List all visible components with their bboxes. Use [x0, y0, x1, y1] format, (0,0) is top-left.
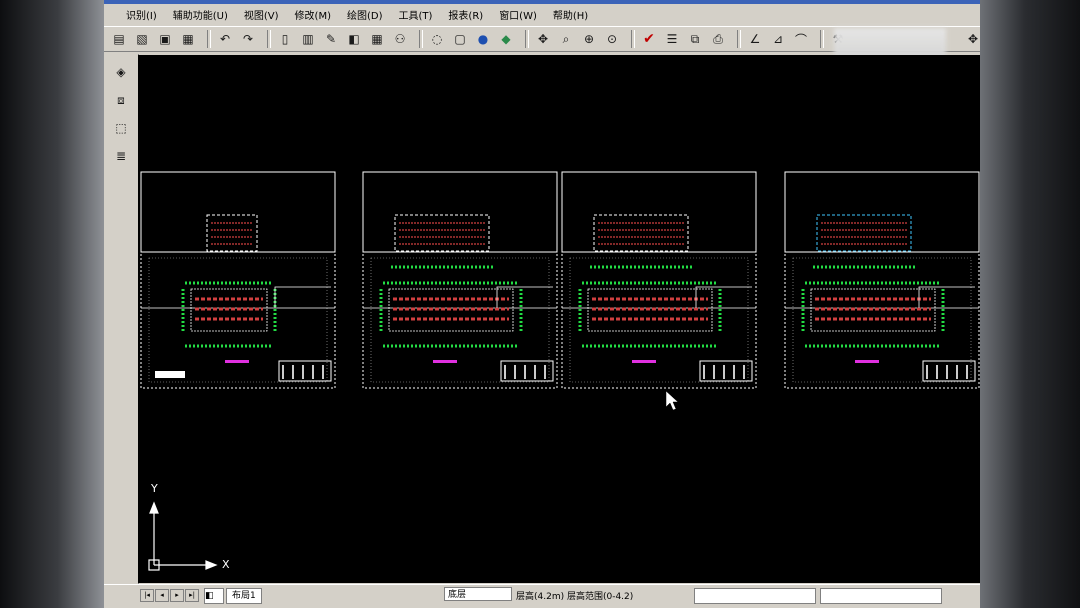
sheet-frame-upper	[784, 171, 980, 253]
toolbar-separator	[419, 30, 423, 48]
command-box[interactable]	[820, 588, 942, 604]
menu-item-report[interactable]: 报表(R)	[440, 7, 491, 22]
save-icon[interactable]: ▣	[156, 30, 174, 48]
undo-icon[interactable]: ↶	[216, 30, 234, 48]
measure-icon[interactable]: ∠	[746, 30, 764, 48]
leader-line	[918, 286, 975, 308]
toolbar-separator	[267, 30, 271, 48]
menu-item-identify[interactable]: 识别(I)	[118, 7, 165, 22]
new-file-icon[interactable]: ▤	[110, 30, 128, 48]
stamp-icon[interactable]: ▥	[299, 30, 317, 48]
drawing-canvas[interactable]: Y X	[138, 55, 980, 583]
video-border-right	[980, 0, 1080, 608]
menu-bar: 识别(I) 辅助功能(U) 视图(V) 修改(M) 绘图(D) 工具(T) 报表…	[104, 4, 980, 24]
arc-icon[interactable]: ⌒	[792, 30, 810, 48]
toolbar-separator	[525, 30, 529, 48]
sheet-frame-upper	[140, 171, 336, 253]
layer-dropdown[interactable]: 底层	[444, 587, 512, 601]
menu-item-draw[interactable]: 绘图(D)	[339, 7, 391, 22]
menu-item-view[interactable]: 视图(V)	[236, 7, 287, 22]
area-icon[interactable]: ⊿	[769, 30, 787, 48]
sphere-icon[interactable]: ●	[474, 30, 492, 48]
tab-layout1[interactable]: 布局1	[226, 588, 262, 604]
toolbar-separator	[820, 30, 824, 48]
open-file-icon[interactable]: ▧	[133, 30, 151, 48]
drawing-layer	[140, 171, 980, 571]
status-bar: |◂ ◂ ▸ ▸| ◧ 布局1 底层 层高(4.2m) 层高范围(0-4.2)	[104, 584, 980, 608]
leader-line	[274, 286, 331, 308]
edit-icon[interactable]: ✎	[322, 30, 340, 48]
shade-icon[interactable]: ◆	[497, 30, 515, 48]
printer-icon[interactable]: ⎙	[709, 30, 727, 48]
pan-icon[interactable]: ✥	[534, 30, 552, 48]
zoom-window-icon[interactable]: ⊕	[580, 30, 598, 48]
document-icon[interactable]: ▯	[276, 30, 294, 48]
list-icon[interactable]: ☰	[663, 30, 681, 48]
sheet-title-mark	[433, 360, 457, 363]
toolbar-separator	[737, 30, 741, 48]
leader-line	[695, 286, 752, 308]
elevation-outline	[394, 214, 490, 252]
sheet-title-mark	[632, 360, 656, 363]
cad-application-window: 识别(I) 辅助功能(U) 视图(V) 修改(M) 绘图(D) 工具(T) 报表…	[104, 0, 980, 608]
floor-height-readout: 层高(4.2m) 层高范围(0-4.2)	[516, 592, 634, 602]
menu-item-window[interactable]: 窗口(W)	[491, 7, 545, 22]
box-icon[interactable]: ▢	[451, 30, 469, 48]
print-icon[interactable]: ▦	[179, 30, 197, 48]
redo-icon[interactable]: ↷	[239, 30, 257, 48]
component-icon[interactable]: ⧈	[110, 90, 132, 110]
elevation-outline	[206, 214, 258, 252]
x-axis-label: X	[222, 558, 230, 571]
video-border-left	[0, 0, 104, 608]
binoculars-icon[interactable]: ⚇	[391, 30, 409, 48]
horizontal-scrollbar[interactable]	[694, 588, 816, 604]
panel-icon[interactable]: ◧	[345, 30, 363, 48]
menu-item-modify[interactable]: 修改(M)	[287, 7, 339, 22]
elevation-outline	[593, 214, 689, 252]
sheet-title-mark	[225, 360, 249, 363]
move-icon[interactable]: ✥	[964, 30, 980, 48]
drawing-sheet	[140, 171, 336, 389]
drawing-sheet	[362, 171, 558, 389]
elevation-outline	[816, 214, 912, 252]
copy-icon[interactable]: ⧉	[686, 30, 704, 48]
left-toolbar: ◈ ⧈ ⬚ ≣	[104, 54, 139, 584]
menu-item-assist[interactable]: 辅助功能(U)	[165, 7, 236, 22]
orbit-icon[interactable]: ◌	[428, 30, 446, 48]
drawing-sheet	[561, 171, 757, 389]
sheet-frame-upper	[362, 171, 558, 253]
drawing-sheet	[784, 171, 980, 389]
toolbar-separator	[631, 30, 635, 48]
ucs-icon	[148, 501, 218, 571]
grid-icon[interactable]: ▦	[368, 30, 386, 48]
zoom-realtime-icon[interactable]: ⌕	[557, 30, 575, 48]
layer-icon[interactable]: ◈	[110, 62, 132, 82]
sheet-frame-upper	[561, 171, 757, 253]
menu-item-help[interactable]: 帮助(H)	[545, 7, 596, 22]
prev-tab-button[interactable]: ◂	[155, 589, 169, 602]
scale-bar	[155, 371, 185, 378]
toolbar-separator	[207, 30, 211, 48]
zoom-extents-icon[interactable]: ⊙	[603, 30, 621, 48]
tab-model[interactable]: ◧	[204, 588, 224, 604]
first-tab-button[interactable]: |◂	[140, 589, 154, 602]
sheet-title-mark	[855, 360, 879, 363]
list-view-icon[interactable]: ≣	[110, 146, 132, 166]
pick-icon[interactable]: ⬚	[110, 118, 132, 138]
check-icon[interactable]: ✔	[640, 30, 658, 48]
last-tab-button[interactable]: ▸|	[185, 589, 199, 602]
leader-line	[496, 286, 553, 308]
next-tab-button[interactable]: ▸	[170, 589, 184, 602]
mouse-cursor-icon	[665, 390, 679, 411]
y-axis-label: Y	[151, 482, 158, 495]
menu-item-tools[interactable]: 工具(T)	[391, 7, 441, 22]
